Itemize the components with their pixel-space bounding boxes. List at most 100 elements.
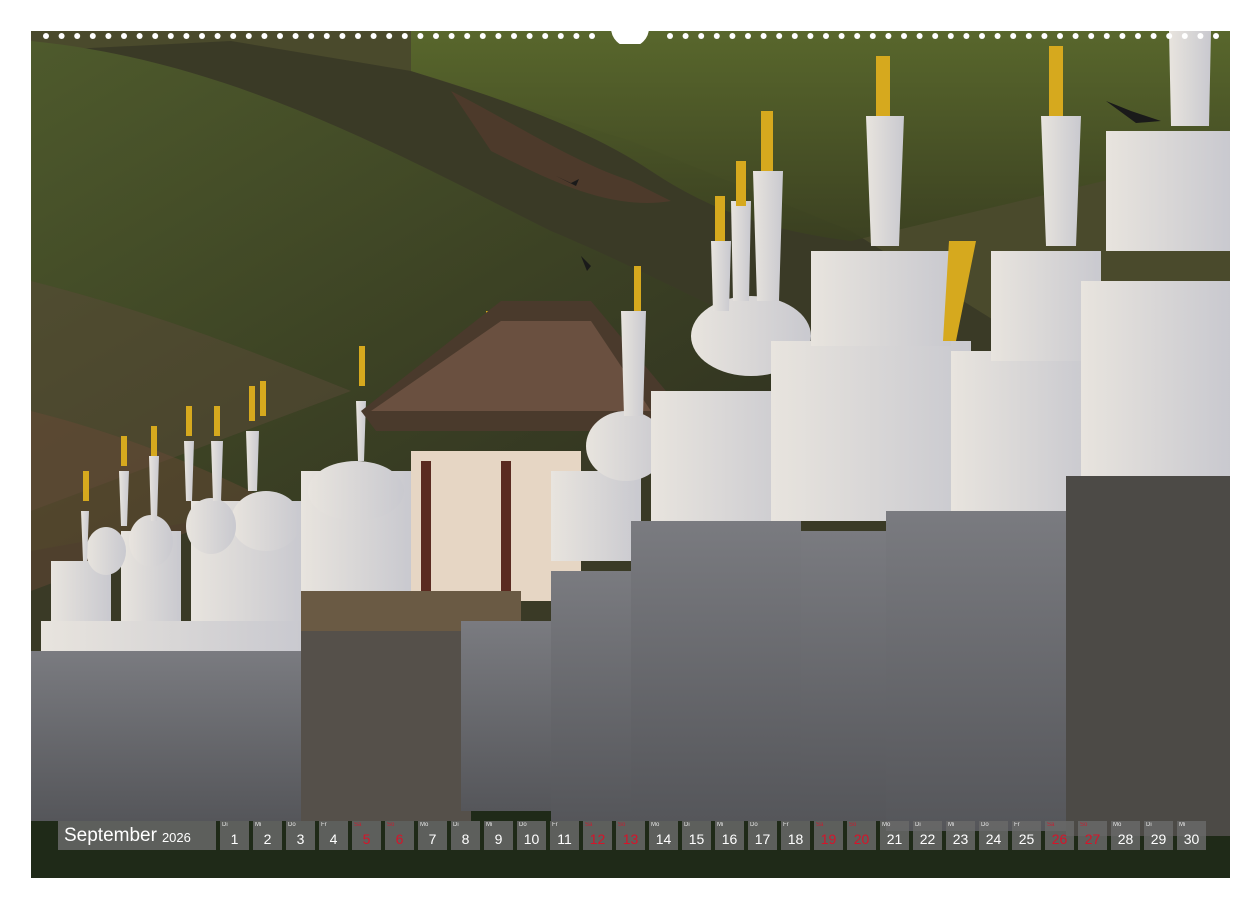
day-of-week: Sa (816, 822, 824, 828)
binding-hole (89, 33, 96, 39)
day-cell: Di 1 (220, 821, 249, 850)
day-number: 24 (985, 831, 1002, 847)
day-cell: So 27 (1078, 821, 1107, 850)
day-of-week: Fr (783, 822, 789, 828)
day-number: 8 (461, 831, 470, 847)
day-cell: Di 22 (913, 821, 942, 850)
binding-hole (401, 33, 408, 39)
day-of-week: Di (453, 822, 459, 828)
binding-hole (323, 33, 330, 39)
binding-hole (386, 33, 393, 39)
day-cell: Fr 25 (1012, 821, 1041, 850)
binding-hole (807, 33, 814, 39)
binding-hole (183, 33, 190, 39)
day-of-week: Sa (585, 822, 593, 828)
binding-hole (1057, 33, 1063, 39)
day-cell: Sa 26 (1045, 821, 1074, 850)
binding-hole (838, 33, 845, 39)
day-number: 22 (919, 831, 936, 847)
day-cell: Sa 12 (583, 821, 612, 850)
binding-hole (74, 33, 81, 39)
binding-hole (121, 33, 127, 39)
day-of-week: So (618, 822, 626, 828)
binding-hole (1088, 33, 1095, 39)
binding-hole (713, 33, 720, 39)
binding-hole (760, 33, 767, 39)
day-cell: Mo 7 (418, 821, 447, 850)
day-of-week: Do (981, 822, 989, 828)
day-cell: Sa 5 (352, 821, 381, 850)
binding-hole (43, 33, 49, 39)
month-year: 2026 (161, 830, 191, 845)
binding-hole (698, 33, 705, 39)
binding-hole (417, 33, 424, 39)
day-number: 19 (820, 831, 837, 847)
day-number: 10 (523, 831, 540, 847)
binding-hole (214, 33, 221, 39)
binding-hole (136, 33, 143, 39)
binding-hole (292, 33, 299, 39)
binding-hole (963, 33, 970, 39)
binding-hole (1150, 33, 1157, 39)
day-number: 7 (428, 831, 437, 847)
binding-hole (573, 33, 580, 39)
binding-hole (1166, 33, 1173, 39)
day-of-week: Fr (1014, 822, 1020, 828)
month-name: September (64, 824, 157, 846)
day-cell: So 20 (847, 821, 876, 850)
day-number: 3 (296, 831, 305, 847)
day-cell: Do 3 (286, 821, 315, 850)
day-of-week: Mo (882, 822, 891, 828)
day-number: 14 (655, 831, 672, 847)
day-of-week: Do (750, 822, 758, 828)
day-number: 26 (1051, 831, 1068, 847)
day-of-week: So (849, 822, 857, 828)
binding-hole (1119, 33, 1126, 39)
day-of-week: So (1080, 822, 1088, 828)
day-of-week: Sa (1047, 822, 1055, 828)
day-number: 2 (263, 831, 272, 847)
day-of-week: So (387, 822, 395, 828)
binding-hole (854, 33, 861, 39)
day-number: 18 (787, 831, 804, 847)
day-of-week: Mi (948, 822, 955, 828)
day-number: 21 (886, 831, 903, 847)
day-of-week: Di (1146, 822, 1152, 828)
binding-hole (308, 33, 315, 39)
day-of-week: Do (519, 822, 527, 828)
binding-hole (885, 33, 892, 39)
day-cell: Fr 11 (550, 821, 579, 850)
binding-hole (994, 33, 1001, 39)
day-cell: Sa 19 (814, 821, 843, 850)
day-number: 25 (1018, 831, 1035, 847)
day-of-week: Mi (717, 822, 724, 828)
binding-hole (791, 33, 798, 39)
day-of-week: Do (288, 822, 296, 828)
day-cell: Fr 4 (319, 821, 348, 850)
binding-hole (932, 33, 939, 39)
binding-hole (58, 33, 65, 39)
day-cells: Di 1 Mi 2 Do 3 Fr 4 Sa 5 So 6 Mo 7 Di 8 Mi 9 Do 10 Fr 11 Sa 12 S… (220, 821, 1206, 850)
day-cell: Mi 9 (484, 821, 513, 850)
day-of-week: Mo (1113, 822, 1122, 828)
day-cell: So 6 (385, 821, 414, 850)
day-number: 9 (494, 831, 503, 847)
binding-hole (199, 33, 205, 39)
binding-hole (167, 33, 174, 39)
day-of-week: Mo (651, 822, 660, 828)
day-of-week: Di (684, 822, 690, 828)
day-of-week: Fr (321, 822, 327, 828)
day-of-week: Mi (486, 822, 493, 828)
binding-hole (729, 33, 736, 39)
day-of-week: Mi (1179, 822, 1186, 828)
day-number: 5 (362, 831, 371, 847)
binding-hole (1103, 33, 1110, 39)
day-number: 11 (557, 831, 572, 847)
day-cell: Mi 2 (253, 821, 282, 850)
binding-hole (1197, 33, 1204, 39)
binding-hole (370, 33, 377, 39)
binding-hole (495, 33, 502, 39)
day-number: 15 (688, 831, 705, 847)
binding-hole (542, 33, 549, 39)
day-number: 23 (952, 831, 969, 847)
